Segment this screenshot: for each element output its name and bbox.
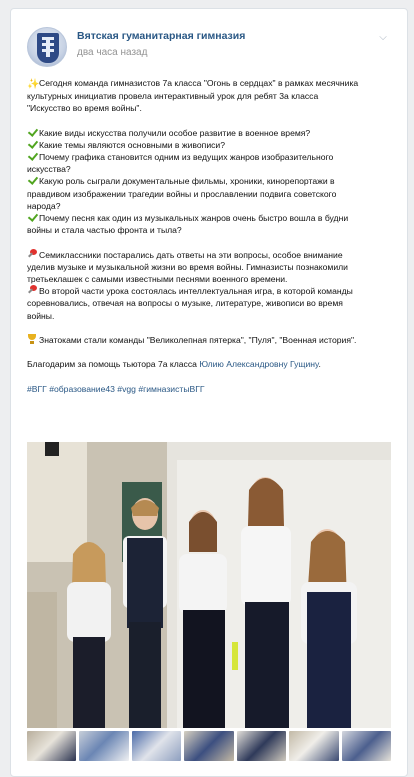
photo-thumbnails bbox=[27, 731, 391, 761]
check-mark-icon bbox=[27, 127, 37, 137]
intro-paragraph: ✨Сегодня команда гимназистов 7а класса "… bbox=[27, 77, 391, 114]
summary-line: уделив музыке и музыкальной жизни во вре… bbox=[27, 261, 348, 272]
summary-line: войны. bbox=[27, 310, 55, 321]
post-header: Вятская гуманитарная гимназия два часа н… bbox=[27, 27, 395, 67]
chevron-down-icon[interactable]: ⌵ bbox=[377, 33, 389, 43]
question-item-cont: правдивом изображении трагедии войны и п… bbox=[27, 188, 337, 199]
check-mark-icon bbox=[27, 139, 37, 149]
photo-thumbnail[interactable] bbox=[289, 731, 339, 761]
question-item-cont: народа? bbox=[27, 200, 61, 211]
post-text: ✨Сегодня команда гимназистов 7а класса "… bbox=[27, 77, 391, 395]
question-item: Какие темы являются основными в живописи… bbox=[27, 139, 391, 151]
intro-line: культурных инициатив провела интерактивн… bbox=[27, 91, 319, 101]
question-item: Какую роль сыграли документальные фильмы… bbox=[27, 175, 391, 187]
photo-thumbnail[interactable] bbox=[27, 731, 77, 761]
group-name-link[interactable]: Вятская гуманитарная гимназия bbox=[77, 30, 245, 42]
thanks-text: Благодарим за помощь тьютора 7а класса bbox=[27, 359, 200, 370]
photo-thumbnail[interactable] bbox=[131, 731, 182, 761]
check-mark-icon bbox=[27, 175, 37, 185]
post-card: Вятская гуманитарная гимназия два часа н… bbox=[10, 8, 408, 777]
pushpin-icon bbox=[27, 285, 37, 295]
group-avatar[interactable] bbox=[27, 27, 67, 67]
student-1 bbox=[67, 542, 111, 728]
summary-line: Во второй части урока состоялась интелле… bbox=[27, 285, 391, 297]
crest-logo-icon bbox=[37, 33, 59, 63]
trophy-icon bbox=[27, 334, 37, 345]
summary-line: третьеклашек с самыми известными песнями… bbox=[27, 274, 288, 285]
winners-paragraph: Знатоками стали команды "Великолепная пя… bbox=[27, 334, 391, 346]
question-item: Почему песня как один из музыкальных жан… bbox=[27, 212, 391, 224]
hashtags[interactable]: #ВГГ #образование43 #vgg #гимназистыВГГ bbox=[27, 383, 391, 395]
winners-line: Знатоками стали команды "Великолепная пя… bbox=[27, 334, 391, 346]
photo-thumbnail[interactable] bbox=[184, 731, 234, 761]
intro-line: "Искусство во время войны". bbox=[27, 103, 142, 114]
question-item: Почему графика становится одним из ведущ… bbox=[27, 151, 391, 163]
sparkles-icon: ✨ bbox=[27, 79, 40, 90]
questions-list: Какие виды искусства получили особое раз… bbox=[27, 127, 391, 237]
check-mark-icon bbox=[27, 151, 37, 161]
thanks-suffix: . bbox=[318, 359, 321, 370]
check-mark-icon bbox=[27, 212, 37, 222]
classroom-photo bbox=[27, 442, 391, 728]
photo-thumbnail[interactable] bbox=[236, 731, 287, 761]
summary-line: соревновались, отвечая на вопросы о музы… bbox=[27, 298, 343, 309]
summary-paragraph: Семиклассники постарались дать ответы на… bbox=[27, 248, 391, 322]
question-item: Какие виды искусства получили особое раз… bbox=[27, 127, 391, 139]
summary-line: Семиклассники постарались дать ответы на… bbox=[27, 248, 391, 261]
question-item-cont: войны и стала частью фронта и тыла? bbox=[27, 225, 182, 236]
tutor-link[interactable]: Юлию Александровну Гущину bbox=[199, 359, 318, 369]
photo-thumbnail[interactable] bbox=[79, 731, 129, 761]
main-photo[interactable] bbox=[27, 442, 391, 728]
intro-line: ✨Сегодня команда гимназистов 7а класса "… bbox=[27, 78, 359, 90]
post-time[interactable]: два часа назад bbox=[77, 47, 147, 58]
pushpin-icon bbox=[27, 248, 37, 259]
thanks-paragraph: Благодарим за помощь тьютора 7а класса Ю… bbox=[27, 358, 391, 370]
question-item-cont: искусства? bbox=[27, 164, 71, 175]
photo-thumbnail[interactable] bbox=[341, 731, 391, 761]
